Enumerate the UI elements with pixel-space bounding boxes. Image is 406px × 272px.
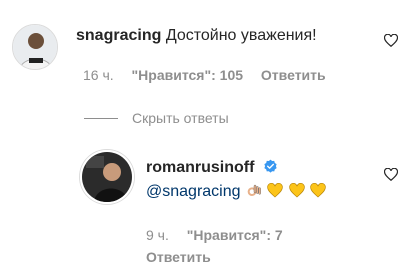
comment-time: 16 ч.	[83, 67, 114, 83]
hide-replies-label[interactable]: Скрыть ответы	[132, 110, 229, 126]
yellow-heart-emoji-icon	[310, 183, 326, 198]
comment-likes[interactable]: "Нравится": 105	[132, 67, 243, 83]
comment-username[interactable]: snagracing	[76, 27, 161, 44]
reply-like-heart-icon[interactable]	[384, 168, 398, 182]
avatar-romanrusinoff[interactable]	[80, 150, 134, 204]
reply-likes[interactable]: "Нравится": 7	[187, 227, 283, 243]
reply-username[interactable]: romanrusinoff	[146, 159, 254, 176]
reply-header-row: romanrusinoff	[146, 158, 278, 178]
reply-mention-link[interactable]: @snagracing	[146, 183, 241, 200]
reply-reply-row: Ответить	[146, 248, 225, 266]
yellow-heart-emoji-icon	[289, 183, 305, 198]
comment-reply-button[interactable]: Ответить	[261, 67, 326, 83]
comment-text: Достойно уважения!	[165, 27, 317, 44]
reply-text-row: @snagracing	[146, 182, 326, 202]
yellow-heart-emoji-icon	[267, 183, 284, 198]
verified-badge-icon	[264, 159, 277, 173]
like-heart-icon[interactable]	[384, 34, 398, 48]
avatar-snagracing[interactable]	[12, 24, 58, 70]
comment-text-row: snagracing Достойно уважения!	[76, 26, 317, 46]
ok-hand-emoji-icon	[247, 184, 261, 196]
hide-replies-toggle[interactable]: Скрыть ответы	[84, 110, 229, 126]
reply-reply-button[interactable]: Ответить	[146, 249, 211, 265]
reply-time: 9 ч.	[146, 227, 169, 243]
reply-meta: 9 ч. "Нравится": 7	[146, 226, 297, 244]
divider-line	[84, 117, 118, 119]
comment-meta: 16 ч. "Нравится": 105 Ответить	[83, 66, 340, 84]
